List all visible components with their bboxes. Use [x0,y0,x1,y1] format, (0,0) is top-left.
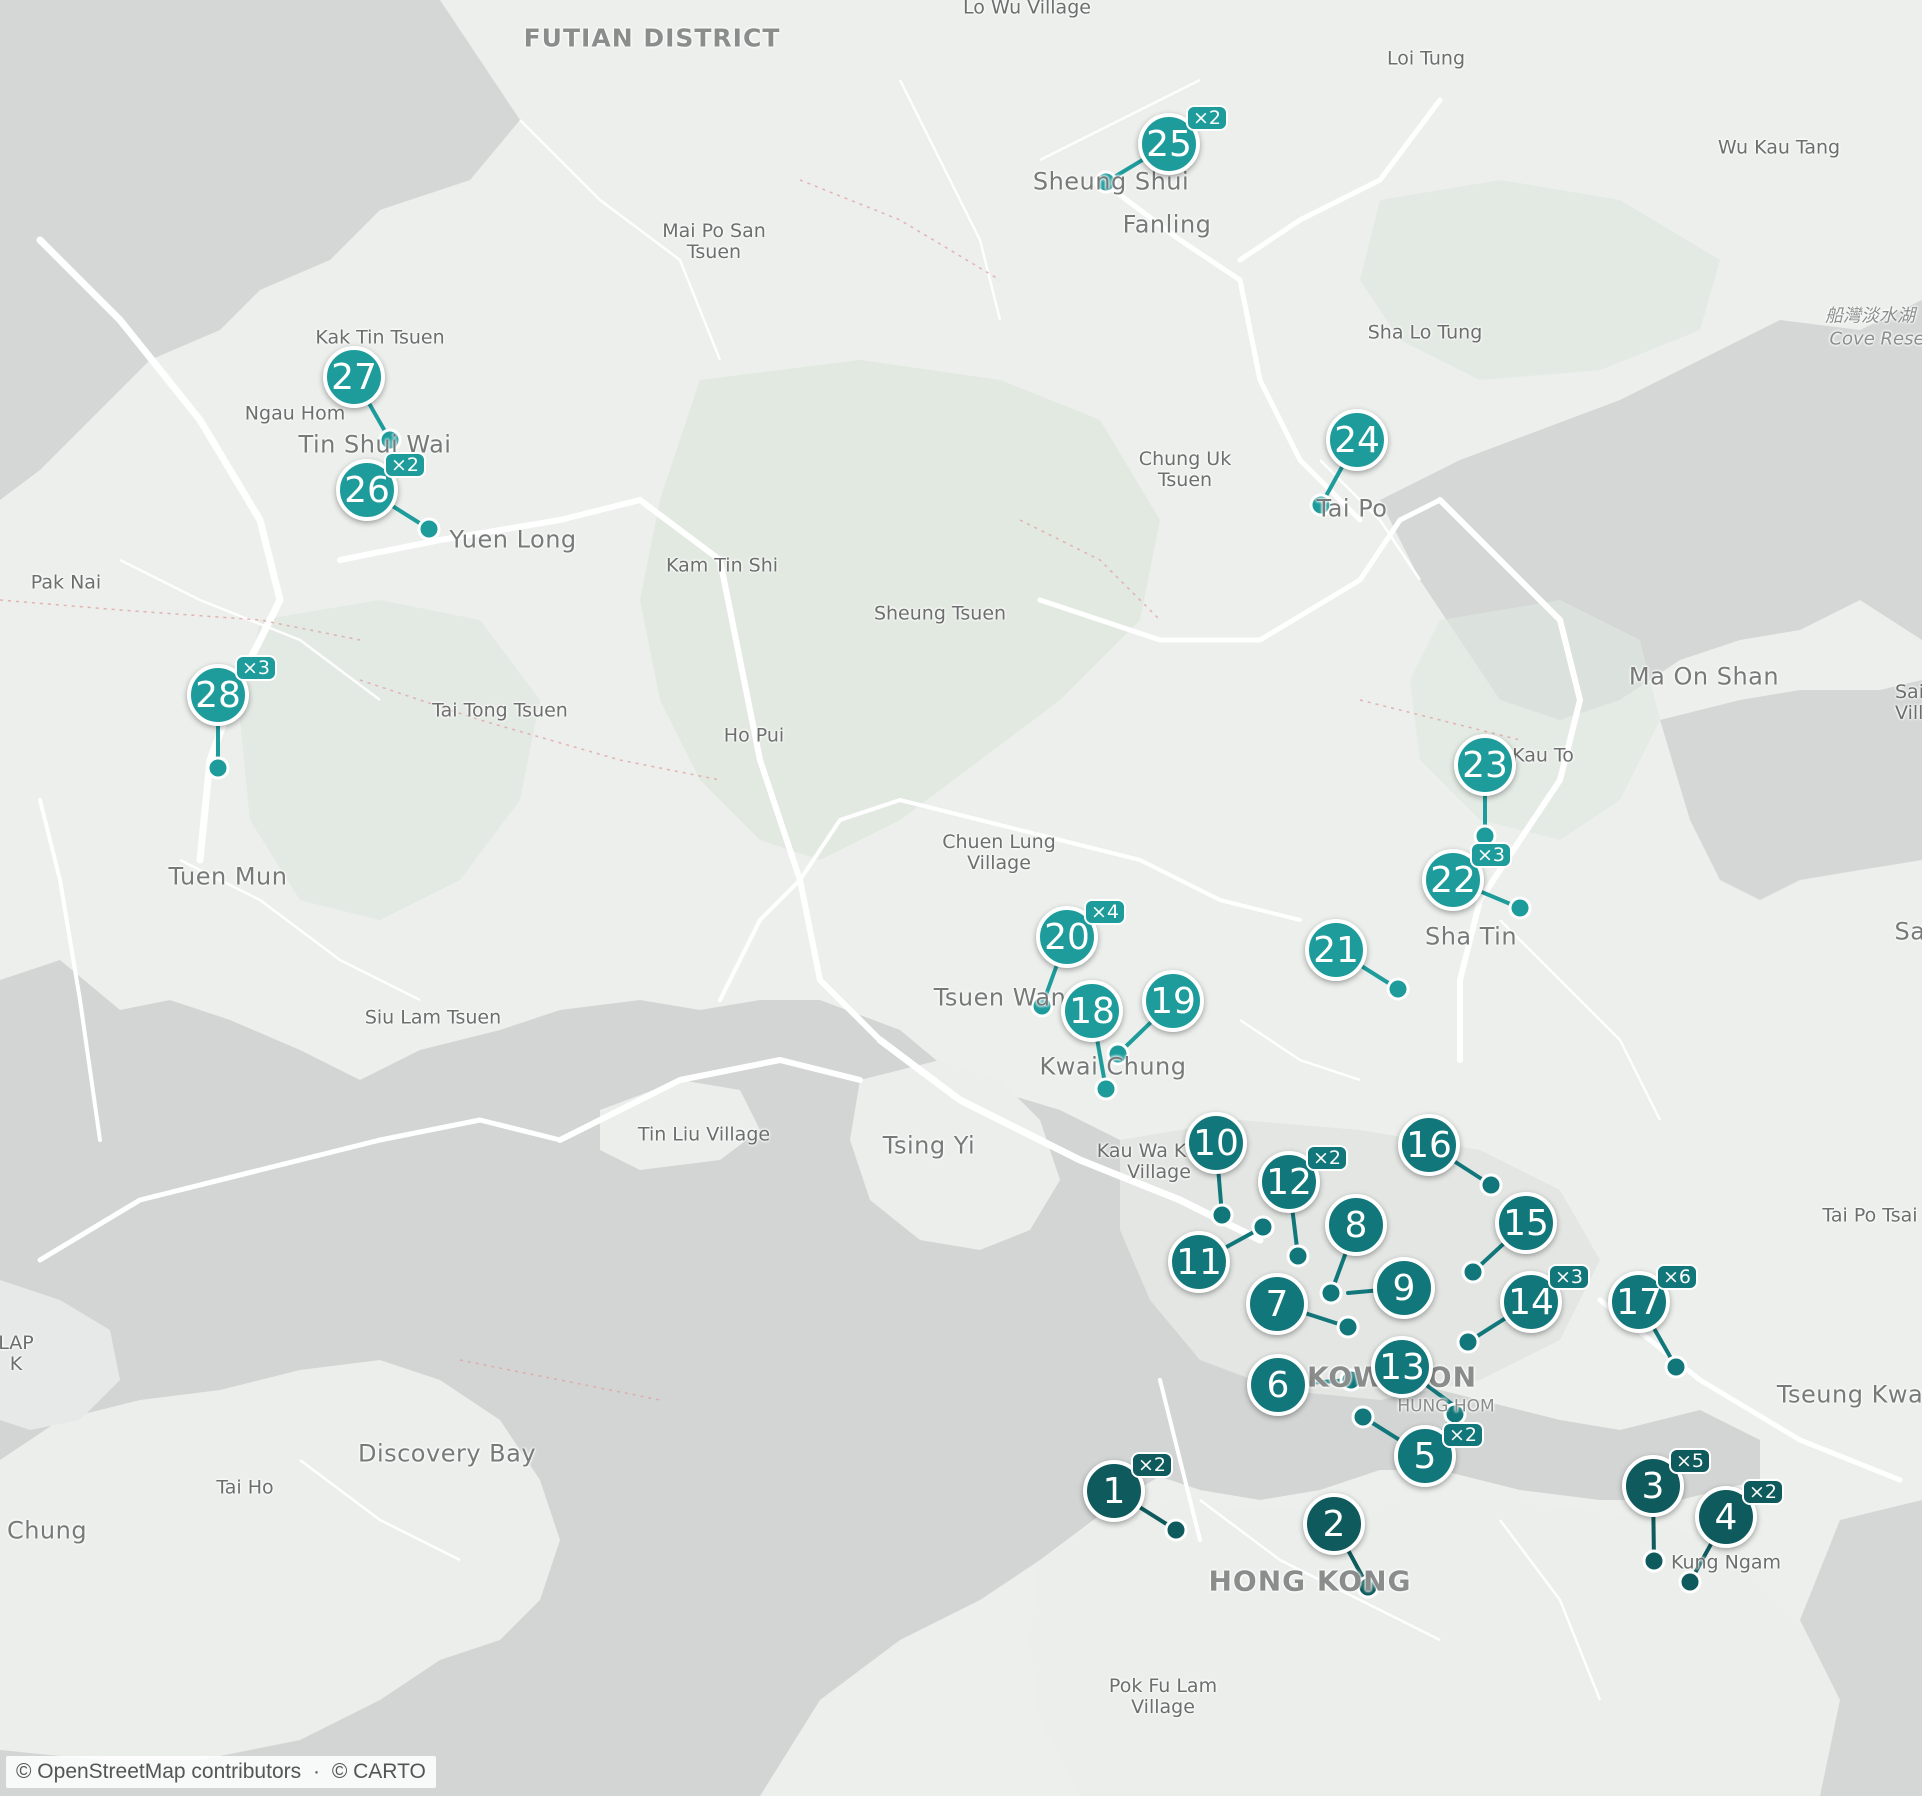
marker-28-count: ×3 [235,655,278,681]
marker-6[interactable]: 6 [1247,1354,1309,1416]
marker-10[interactable]: 10 [1185,1112,1247,1174]
dot-14 [1456,1330,1480,1354]
dot-25 [1094,170,1118,194]
marker-15[interactable]: 15 [1495,1192,1557,1254]
dot-1 [1164,1518,1188,1542]
dot-4 [1678,1570,1702,1594]
marker-26-count: ×2 [384,452,427,478]
dot-7 [1336,1315,1360,1339]
marker-27[interactable]: 27 [323,346,385,408]
dot-12 [1286,1244,1310,1268]
marker-4-count: ×2 [1742,1479,1785,1505]
marker-3-count: ×5 [1669,1448,1712,1474]
attribution-carto-link[interactable]: © CARTO [332,1760,426,1783]
marker-14-count: ×3 [1548,1264,1591,1290]
marker-18[interactable]: 18 [1061,980,1123,1042]
dot-28 [206,756,230,780]
dot-8 [1319,1281,1343,1305]
basemap [0,0,1922,1796]
marker-20-count: ×4 [1084,899,1127,925]
marker-7[interactable]: 7 [1246,1273,1308,1335]
dot-26 [417,517,441,541]
attribution-separator: · [312,1760,320,1783]
marker-16[interactable]: 16 [1398,1114,1460,1176]
dot-5b [1443,1402,1467,1426]
dot-3 [1642,1549,1666,1573]
map-canvas[interactable]: FUTIAN DISTRICT Lo Wu Village Loi Tung W… [0,0,1922,1796]
marker-23[interactable]: 23 [1454,734,1516,796]
dot-24 [1309,493,1333,517]
marker-9[interactable]: 9 [1373,1257,1435,1319]
marker-5-count: ×2 [1442,1422,1485,1448]
dot-18 [1094,1077,1118,1101]
marker-19[interactable]: 19 [1142,970,1204,1032]
marker-17-count: ×6 [1656,1264,1699,1290]
marker-24[interactable]: 24 [1326,409,1388,471]
dot-21 [1386,977,1410,1001]
marker-11[interactable]: 11 [1168,1231,1230,1293]
dot-20 [1030,994,1054,1018]
marker-8[interactable]: 8 [1325,1194,1387,1256]
marker-25-count: ×2 [1186,105,1229,131]
marker-2[interactable]: 2 [1303,1493,1365,1555]
dot-16 [1479,1173,1503,1197]
dot-19 [1106,1042,1130,1066]
dot-15 [1461,1260,1485,1284]
dot-5a [1351,1405,1375,1429]
dot-22 [1508,896,1532,920]
dot-6 [1339,1368,1363,1392]
marker-22-count: ×3 [1470,842,1513,868]
marker-13[interactable]: 13 [1371,1336,1433,1398]
dot-2 [1356,1575,1380,1599]
dot-11 [1251,1215,1275,1239]
marker-12-count: ×2 [1306,1145,1349,1171]
marker-21[interactable]: 21 [1305,919,1367,981]
attribution-osm-link[interactable]: © OpenStreetMap contributors [16,1760,301,1783]
dot-27 [378,428,402,452]
dot-10 [1210,1203,1234,1227]
map-attribution: © OpenStreetMap contributors · © CARTO [6,1756,436,1788]
marker-1-count: ×2 [1131,1452,1174,1478]
dot-17 [1664,1355,1688,1379]
